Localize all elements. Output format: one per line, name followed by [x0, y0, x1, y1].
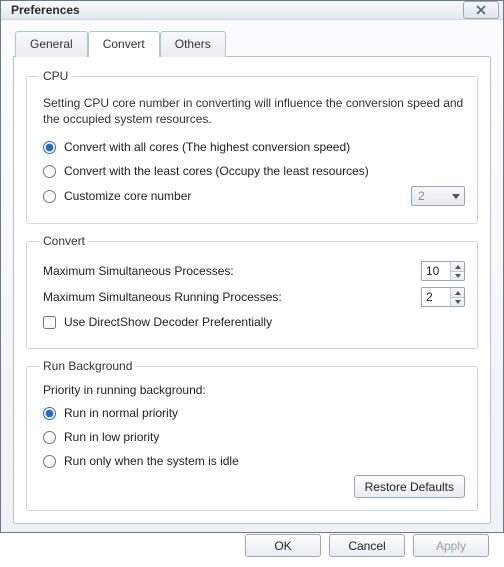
- cpu-label-all: Convert with all cores (The highest conv…: [64, 140, 350, 154]
- chevron-down-icon: [455, 300, 461, 304]
- apply-button[interactable]: Apply: [413, 534, 489, 557]
- bg-option-low[interactable]: Run in low priority: [43, 427, 465, 447]
- preferences-window: Preferences General Convert Others CPU S…: [0, 0, 504, 533]
- spin-down[interactable]: [451, 272, 464, 281]
- restore-defaults-button[interactable]: Restore Defaults: [354, 475, 465, 498]
- chevron-down-icon: [452, 194, 460, 199]
- cpu-group: CPU Setting CPU core number in convertin…: [26, 69, 478, 224]
- spin-up[interactable]: [451, 288, 464, 298]
- cpu-option-least[interactable]: Convert with the least cores (Occupy the…: [43, 161, 465, 181]
- cpu-label-least: Convert with the least cores (Occupy the…: [64, 164, 369, 178]
- max-proc-input[interactable]: [422, 262, 450, 280]
- cpu-core-select[interactable]: 2: [411, 186, 465, 206]
- spinner-buttons: [450, 262, 464, 280]
- convert-group: Convert Maximum Simultaneous Processes: …: [26, 234, 478, 349]
- cancel-button[interactable]: Cancel: [329, 534, 405, 557]
- close-button[interactable]: [463, 1, 499, 19]
- titlebar: Preferences: [1, 1, 503, 20]
- max-run-input[interactable]: [422, 288, 450, 306]
- max-proc-label: Maximum Simultaneous Processes:: [43, 264, 234, 278]
- bg-radio-normal[interactable]: [43, 407, 56, 420]
- spinner-buttons: [450, 288, 464, 306]
- cpu-label-custom: Customize core number: [64, 189, 191, 203]
- dshow-checkbox[interactable]: [43, 316, 56, 329]
- dshow-label: Use DirectShow Decoder Preferentially: [64, 315, 272, 329]
- dshow-option[interactable]: Use DirectShow Decoder Preferentially: [43, 312, 465, 332]
- ok-button[interactable]: OK: [245, 534, 321, 557]
- bg-label-idle: Run only when the system is idle: [64, 454, 239, 468]
- content-area: General Convert Others CPU Setting CPU c…: [1, 20, 503, 567]
- tab-convert[interactable]: Convert: [88, 31, 160, 57]
- cpu-radio-all[interactable]: [43, 141, 56, 154]
- max-run-label: Maximum Simultaneous Running Processes:: [43, 290, 282, 304]
- tabstrip: General Convert Others: [15, 31, 491, 57]
- max-proc-spinner[interactable]: [421, 261, 465, 281]
- tab-panel-convert: CPU Setting CPU core number in convertin…: [13, 56, 491, 524]
- background-group: Run Background Priority in running backg…: [26, 359, 478, 511]
- convert-legend: Convert: [39, 234, 89, 248]
- spin-up[interactable]: [451, 262, 464, 272]
- cpu-description: Setting CPU core number in converting wi…: [43, 95, 465, 127]
- bg-option-idle[interactable]: Run only when the system is idle: [43, 451, 465, 471]
- cpu-radio-least[interactable]: [43, 165, 56, 178]
- chevron-up-icon: [455, 291, 461, 295]
- background-legend: Run Background: [39, 359, 136, 373]
- bg-label-low: Run in low priority: [64, 430, 159, 444]
- close-icon: [476, 5, 486, 15]
- cpu-radio-custom[interactable]: [43, 190, 56, 203]
- tab-general[interactable]: General: [15, 31, 88, 57]
- background-sublabel: Priority in running background:: [43, 383, 465, 397]
- cpu-core-value: 2: [418, 189, 425, 203]
- window-title: Preferences: [11, 3, 463, 17]
- bg-radio-low[interactable]: [43, 431, 56, 444]
- bg-label-normal: Run in normal priority: [64, 406, 178, 420]
- dialog-buttons: OK Cancel Apply: [13, 524, 491, 557]
- cpu-option-custom[interactable]: Customize core number: [43, 186, 191, 206]
- chevron-down-icon: [455, 274, 461, 278]
- bg-option-normal[interactable]: Run in normal priority: [43, 403, 465, 423]
- spin-down[interactable]: [451, 298, 464, 307]
- cpu-legend: CPU: [39, 69, 72, 83]
- chevron-up-icon: [455, 265, 461, 269]
- tab-others[interactable]: Others: [160, 31, 226, 57]
- max-run-spinner[interactable]: [421, 287, 465, 307]
- bg-radio-idle[interactable]: [43, 455, 56, 468]
- cpu-option-all[interactable]: Convert with all cores (The highest conv…: [43, 137, 465, 157]
